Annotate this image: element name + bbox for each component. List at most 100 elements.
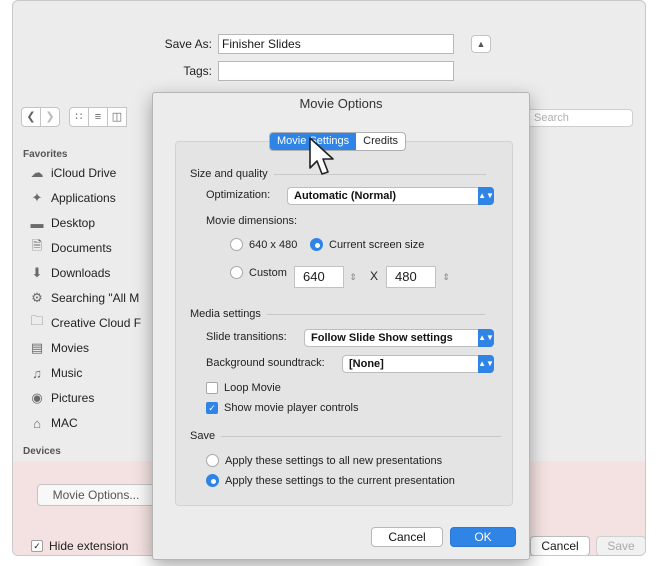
icon-view-button[interactable]: ∷ <box>69 107 89 127</box>
custom-width-field[interactable]: 640 <box>294 266 344 288</box>
section-header: Media settings <box>190 308 261 320</box>
column-view-button[interactable]: ◫ <box>107 107 127 127</box>
search-input[interactable]: Search <box>525 109 633 127</box>
dimensions-label: Movie dimensions: <box>206 215 298 227</box>
save-cancel-button[interactable]: Cancel <box>530 536 590 555</box>
sidebar-item-documents[interactable]: 🗎 Documents <box>29 238 169 258</box>
home-icon: ⌂ <box>33 415 41 431</box>
settings-panel: Size and quality Optimization: Automatic… <box>175 141 513 506</box>
soundtrack-value: [None] <box>349 358 384 370</box>
checkmark-icon: ✓ <box>206 402 218 414</box>
downloads-icon: ⬇ <box>31 265 43 280</box>
sidebar: Favorites ☁ iCloud Drive ✦ Applications … <box>13 141 163 461</box>
optimization-select[interactable]: Automatic (Normal) ▲▼ <box>287 187 494 205</box>
movie-options-button[interactable]: Movie Options... <box>37 484 155 506</box>
checkbox-off-icon <box>206 382 218 394</box>
save-as-input[interactable]: Finisher Slides <box>218 34 454 54</box>
sidebar-item-label: Downloads <box>51 266 111 280</box>
music-icon: ♫ <box>32 365 42 381</box>
chevron-updown-icon: ▲▼ <box>478 329 494 347</box>
divider <box>273 173 486 175</box>
radio-apply-current[interactable]: Apply these settings to the current pres… <box>206 474 455 487</box>
optimization-label: Optimization: <box>206 189 271 201</box>
forward-button[interactable]: ❯ <box>40 107 60 127</box>
radio-label: 640 x 480 <box>249 238 298 251</box>
radio-current-screen-size[interactable]: Current screen size <box>310 238 424 251</box>
radio-on-icon <box>310 238 323 251</box>
custom-height-field[interactable]: 480 <box>386 266 436 288</box>
folder-icon: 🗀 <box>30 313 44 328</box>
favorites-header: Favorites <box>23 149 68 160</box>
documents-icon: 🗎 <box>31 238 43 253</box>
sidebar-item-movies[interactable]: ▤ Movies <box>29 338 169 358</box>
section-header: Save <box>190 430 216 442</box>
sidebar-item-label: Documents <box>51 241 112 255</box>
expand-dialog-button[interactable]: ▲ <box>471 35 491 53</box>
sidebar-item-label: MAC <box>51 416 78 430</box>
hide-extension-checkbox[interactable]: ✓ Hide extension <box>31 539 128 553</box>
radio-label: Apply these settings to the current pres… <box>225 474 455 487</box>
sidebar-item-label: iCloud Drive <box>51 166 117 180</box>
radio-off-icon <box>230 238 243 251</box>
sidebar-item-downloads[interactable]: ⬇ Downloads <box>29 263 169 283</box>
gear-icon: ⚙ <box>31 290 43 305</box>
list-view-button[interactable]: ≡ <box>88 107 108 127</box>
chevron-updown-icon: ▲▼ <box>478 187 494 205</box>
transitions-value: Follow Slide Show settings <box>311 332 453 344</box>
optimization-value: Automatic (Normal) <box>294 190 397 202</box>
applications-icon: ✦ <box>31 190 43 205</box>
sidebar-item-applications[interactable]: ✦ Applications <box>29 188 169 208</box>
tab-credits[interactable]: Credits <box>356 133 405 150</box>
divider <box>221 435 502 437</box>
sidebar-item-searching[interactable]: ⚙ Searching "All M <box>29 288 169 308</box>
radio-off-icon <box>230 266 243 279</box>
sidebar-item-music[interactable]: ♫ Music <box>29 363 169 383</box>
soundtrack-label: Background soundtrack: <box>206 357 325 369</box>
sidebar-item-label: Movies <box>51 341 90 355</box>
section-header: Size and quality <box>190 168 268 180</box>
divider <box>266 313 485 315</box>
sidebar-item-label: Pictures <box>51 391 95 405</box>
save-as-label: Save As: <box>164 37 212 51</box>
sidebar-item-creative-cloud[interactable]: 🗀 Creative Cloud F <box>29 313 169 333</box>
sidebar-item-mac[interactable]: ⌂ MAC <box>29 413 169 433</box>
sidebar-item-label: Music <box>51 366 83 380</box>
tags-input[interactable] <box>218 61 454 81</box>
save-section: Save <box>190 430 502 442</box>
chevron-right-icon: ❯ <box>45 111 55 123</box>
radio-label: Custom <box>249 266 287 279</box>
sidebar-item-label: Creative Cloud F <box>51 316 142 330</box>
radio-apply-all[interactable]: Apply these settings to all new presenta… <box>206 454 442 467</box>
sidebar-item-label: Desktop <box>51 216 96 230</box>
ok-button[interactable]: OK <box>450 527 516 547</box>
cancel-button[interactable]: Cancel <box>371 527 443 547</box>
sidebar-item-icloud-drive[interactable]: ☁ iCloud Drive <box>29 163 169 183</box>
cloud-icon: ☁ <box>30 165 44 180</box>
tags-label: Tags: <box>183 64 212 78</box>
height-stepper[interactable]: ⇕ <box>441 267 451 287</box>
devices-header: Devices <box>23 446 61 457</box>
columns-icon: ◫ <box>111 111 123 123</box>
transitions-select[interactable]: Follow Slide Show settings ▲▼ <box>304 329 494 347</box>
tags-row: Tags: <box>13 61 454 81</box>
radio-custom[interactable]: Custom <box>230 266 287 279</box>
list-icon: ≡ <box>94 111 102 123</box>
radio-640x480[interactable]: 640 x 480 <box>230 238 297 251</box>
sidebar-item-label: Searching "All M <box>51 291 140 305</box>
back-button[interactable]: ❮ <box>21 107 41 127</box>
camera-icon: ◉ <box>31 390 43 405</box>
save-button[interactable]: Save <box>596 536 645 555</box>
soundtrack-select[interactable]: [None] ▲▼ <box>342 355 494 373</box>
sidebar-item-desktop[interactable]: ▬ Desktop <box>29 213 169 233</box>
transitions-label: Slide transitions: <box>206 331 287 343</box>
radio-on-icon <box>206 474 219 487</box>
dimension-x-label: X <box>370 269 379 283</box>
loop-movie-checkbox[interactable]: Loop Movie <box>206 382 281 394</box>
media-settings-section: Media settings <box>190 308 485 320</box>
grid-icon: ∷ <box>75 111 83 123</box>
hide-extension-label: Hide extension <box>49 539 129 553</box>
show-controls-checkbox[interactable]: ✓ Show movie player controls <box>206 402 359 414</box>
mouse-pointer-icon <box>309 137 334 175</box>
sidebar-item-pictures[interactable]: ◉ Pictures <box>29 388 169 408</box>
width-stepper[interactable]: ⇕ <box>348 267 358 287</box>
